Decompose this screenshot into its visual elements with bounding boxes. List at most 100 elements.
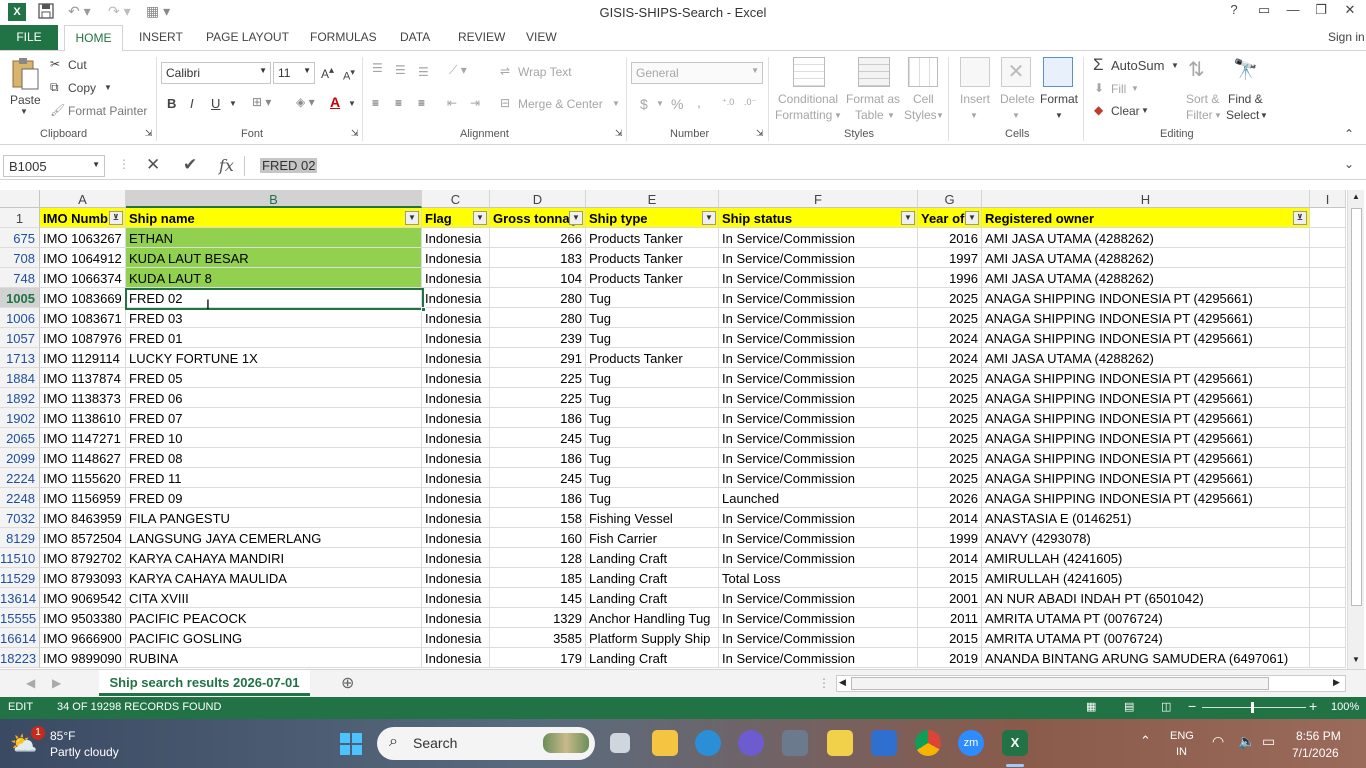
zoom-slider-thumb[interactable] bbox=[1251, 702, 1254, 713]
find-select-label-2[interactable]: Select bbox=[1226, 108, 1259, 122]
format-as-table-label-1[interactable]: Format as bbox=[846, 92, 900, 106]
tab-view[interactable]: VIEW bbox=[526, 30, 557, 44]
table-cell-owner[interactable]: AMI JASA UTAMA (4288262) bbox=[982, 228, 1310, 248]
header-cell-status[interactable]: Ship status ▼ bbox=[719, 208, 918, 228]
empty-cell[interactable] bbox=[1310, 208, 1346, 228]
decrease-decimal-icon[interactable]: .0⁻ bbox=[744, 97, 756, 108]
empty-cell[interactable] bbox=[1310, 528, 1346, 548]
empty-cell[interactable] bbox=[1310, 628, 1346, 648]
table-cell-gt[interactable]: 239 bbox=[490, 328, 586, 348]
sheet-bar-split-icon[interactable]: ⋮ bbox=[818, 676, 830, 690]
row-header[interactable]: 2065 bbox=[0, 428, 40, 448]
bottom-align-icon[interactable]: ☰ bbox=[418, 65, 429, 79]
table-cell-year[interactable]: 2015 bbox=[918, 568, 982, 588]
weather-temp[interactable]: 85°F bbox=[50, 729, 75, 743]
name-box-dropdown-icon[interactable]: ▼ bbox=[92, 160, 100, 169]
fill-color-icon[interactable]: ◈ ▾ bbox=[296, 95, 315, 109]
table-cell-year[interactable]: 2025 bbox=[918, 448, 982, 468]
tab-data[interactable]: DATA bbox=[400, 30, 430, 44]
new-sheet-icon[interactable]: ⊕ bbox=[341, 673, 354, 693]
number-format-combo[interactable]: General ▼ bbox=[631, 62, 763, 84]
table-cell-name[interactable]: FRED 10 bbox=[126, 428, 422, 448]
table-cell-gt[interactable]: 185 bbox=[490, 568, 586, 588]
scroll-left-icon[interactable]: ◀ bbox=[839, 677, 846, 688]
table-cell-name[interactable]: CITA XVIII bbox=[126, 588, 422, 608]
table-cell-flag[interactable]: Indonesia bbox=[422, 608, 490, 628]
empty-cell[interactable] bbox=[1310, 648, 1346, 668]
table-cell-status[interactable]: In Service/Commission bbox=[719, 468, 918, 488]
table-cell-name[interactable]: KUDA LAUT 8 bbox=[126, 268, 422, 288]
column-header-c[interactable]: C bbox=[422, 190, 490, 208]
region-indicator[interactable]: IN bbox=[1176, 746, 1187, 758]
collapse-ribbon-icon[interactable]: ⌃ bbox=[1344, 127, 1354, 141]
header-cell-type[interactable]: Ship type ▼ bbox=[586, 208, 719, 228]
table-cell-status[interactable]: In Service/Commission bbox=[719, 328, 918, 348]
table-cell-status[interactable]: In Service/Commission bbox=[719, 428, 918, 448]
table-cell-year[interactable]: 2026 bbox=[918, 488, 982, 508]
table-cell-owner[interactable]: AN NUR ABADI INDAH PT (6501042) bbox=[982, 588, 1310, 608]
italic-button[interactable]: I bbox=[190, 96, 194, 111]
zoom-in-icon[interactable]: + bbox=[1309, 698, 1317, 714]
task-view-icon[interactable] bbox=[610, 733, 630, 753]
table-cell-name[interactable]: FILA PANGESTU bbox=[126, 508, 422, 528]
table-cell-year[interactable]: 2014 bbox=[918, 508, 982, 528]
table-cell-status[interactable]: In Service/Commission bbox=[719, 288, 918, 308]
table-cell-owner[interactable]: ANAGA SHIPPING INDONESIA PT (4295661) bbox=[982, 328, 1310, 348]
currency-dropdown-icon[interactable]: ▼ bbox=[656, 99, 664, 108]
fill-handle[interactable] bbox=[421, 307, 426, 312]
sort-filter-icon[interactable]: ⇅ bbox=[1188, 57, 1205, 82]
select-all-corner[interactable] bbox=[0, 190, 40, 208]
filter-dropdown-icon[interactable]: ⊻ bbox=[1293, 211, 1307, 225]
row-header[interactable]: 7032 bbox=[0, 508, 40, 528]
scroll-up-icon[interactable]: ▲ bbox=[1352, 192, 1360, 201]
copy-button[interactable]: Copy bbox=[68, 81, 96, 95]
table-cell-type[interactable]: Tug bbox=[586, 288, 719, 308]
cell-styles-label-1[interactable]: Cell bbox=[913, 92, 934, 106]
table-cell-owner[interactable]: ANAGA SHIPPING INDONESIA PT (4295661) bbox=[982, 488, 1310, 508]
filter-dropdown-icon[interactable]: ⊻ bbox=[109, 211, 123, 225]
find-select-label-1[interactable]: Find & bbox=[1228, 92, 1263, 106]
row-header[interactable]: 18223 bbox=[0, 648, 40, 668]
row-header[interactable]: 1005 bbox=[0, 288, 40, 308]
table-cell-flag[interactable]: Indonesia bbox=[422, 428, 490, 448]
tab-file[interactable]: FILE bbox=[0, 25, 58, 50]
table-cell-name[interactable]: ETHAN bbox=[126, 228, 422, 248]
wrap-text-button[interactable]: Wrap Text bbox=[518, 65, 572, 79]
table-cell-year[interactable]: 2014 bbox=[918, 548, 982, 568]
help-button[interactable]: ? bbox=[1220, 2, 1248, 22]
clipboard-launcher-icon[interactable]: ⇲ bbox=[145, 128, 153, 139]
table-cell-owner[interactable]: AMRITA UTAMA PT (0076724) bbox=[982, 608, 1310, 628]
tab-home[interactable]: HOME bbox=[64, 25, 123, 51]
table-cell-type[interactable]: Tug bbox=[586, 308, 719, 328]
conditional-formatting-icon[interactable] bbox=[793, 57, 825, 87]
table-cell-imo[interactable]: IMO 1083669 bbox=[40, 288, 126, 308]
row-header[interactable]: 1902 bbox=[0, 408, 40, 428]
empty-cell[interactable] bbox=[1310, 428, 1346, 448]
table-cell-type[interactable]: Tug bbox=[586, 388, 719, 408]
table-cell-flag[interactable]: Indonesia bbox=[422, 288, 490, 308]
expand-formula-bar-icon[interactable]: ⌄ bbox=[1344, 157, 1354, 171]
row-header[interactable]: 1884 bbox=[0, 368, 40, 388]
prev-sheet-icon[interactable]: ◀ bbox=[26, 676, 35, 690]
table-cell-type[interactable]: Tug bbox=[586, 368, 719, 388]
autosum-dropdown-icon[interactable]: ▼ bbox=[1171, 61, 1179, 70]
table-cell-status[interactable]: In Service/Commission bbox=[719, 648, 918, 668]
table-cell-flag[interactable]: Indonesia bbox=[422, 508, 490, 528]
empty-cell[interactable] bbox=[1310, 548, 1346, 568]
table-cell-name[interactable]: FRED 09 bbox=[126, 488, 422, 508]
table-cell-owner[interactable]: ANAGA SHIPPING INDONESIA PT (4295661) bbox=[982, 428, 1310, 448]
formula-input[interactable]: FRED 02 bbox=[250, 155, 1340, 177]
underline-button[interactable]: U bbox=[211, 96, 220, 111]
table-cell-flag[interactable]: Indonesia bbox=[422, 368, 490, 388]
header-cell-gt[interactable]: Gross tonnag ▼ bbox=[490, 208, 586, 228]
table-cell-gt[interactable]: 183 bbox=[490, 248, 586, 268]
row-header[interactable]: 708 bbox=[0, 248, 40, 268]
minimize-button[interactable]: — bbox=[1279, 2, 1307, 22]
decrease-indent-icon[interactable]: ⇤ bbox=[447, 96, 457, 110]
align-right-icon[interactable]: ≡ bbox=[418, 96, 425, 110]
empty-cell[interactable] bbox=[1310, 228, 1346, 248]
row-header[interactable]: 11510 bbox=[0, 548, 40, 568]
table-cell-type[interactable]: Tug bbox=[586, 328, 719, 348]
excel-taskbar-icon[interactable]: X bbox=[1002, 730, 1028, 756]
table-cell-owner[interactable]: ANAGA SHIPPING INDONESIA PT (4295661) bbox=[982, 408, 1310, 428]
